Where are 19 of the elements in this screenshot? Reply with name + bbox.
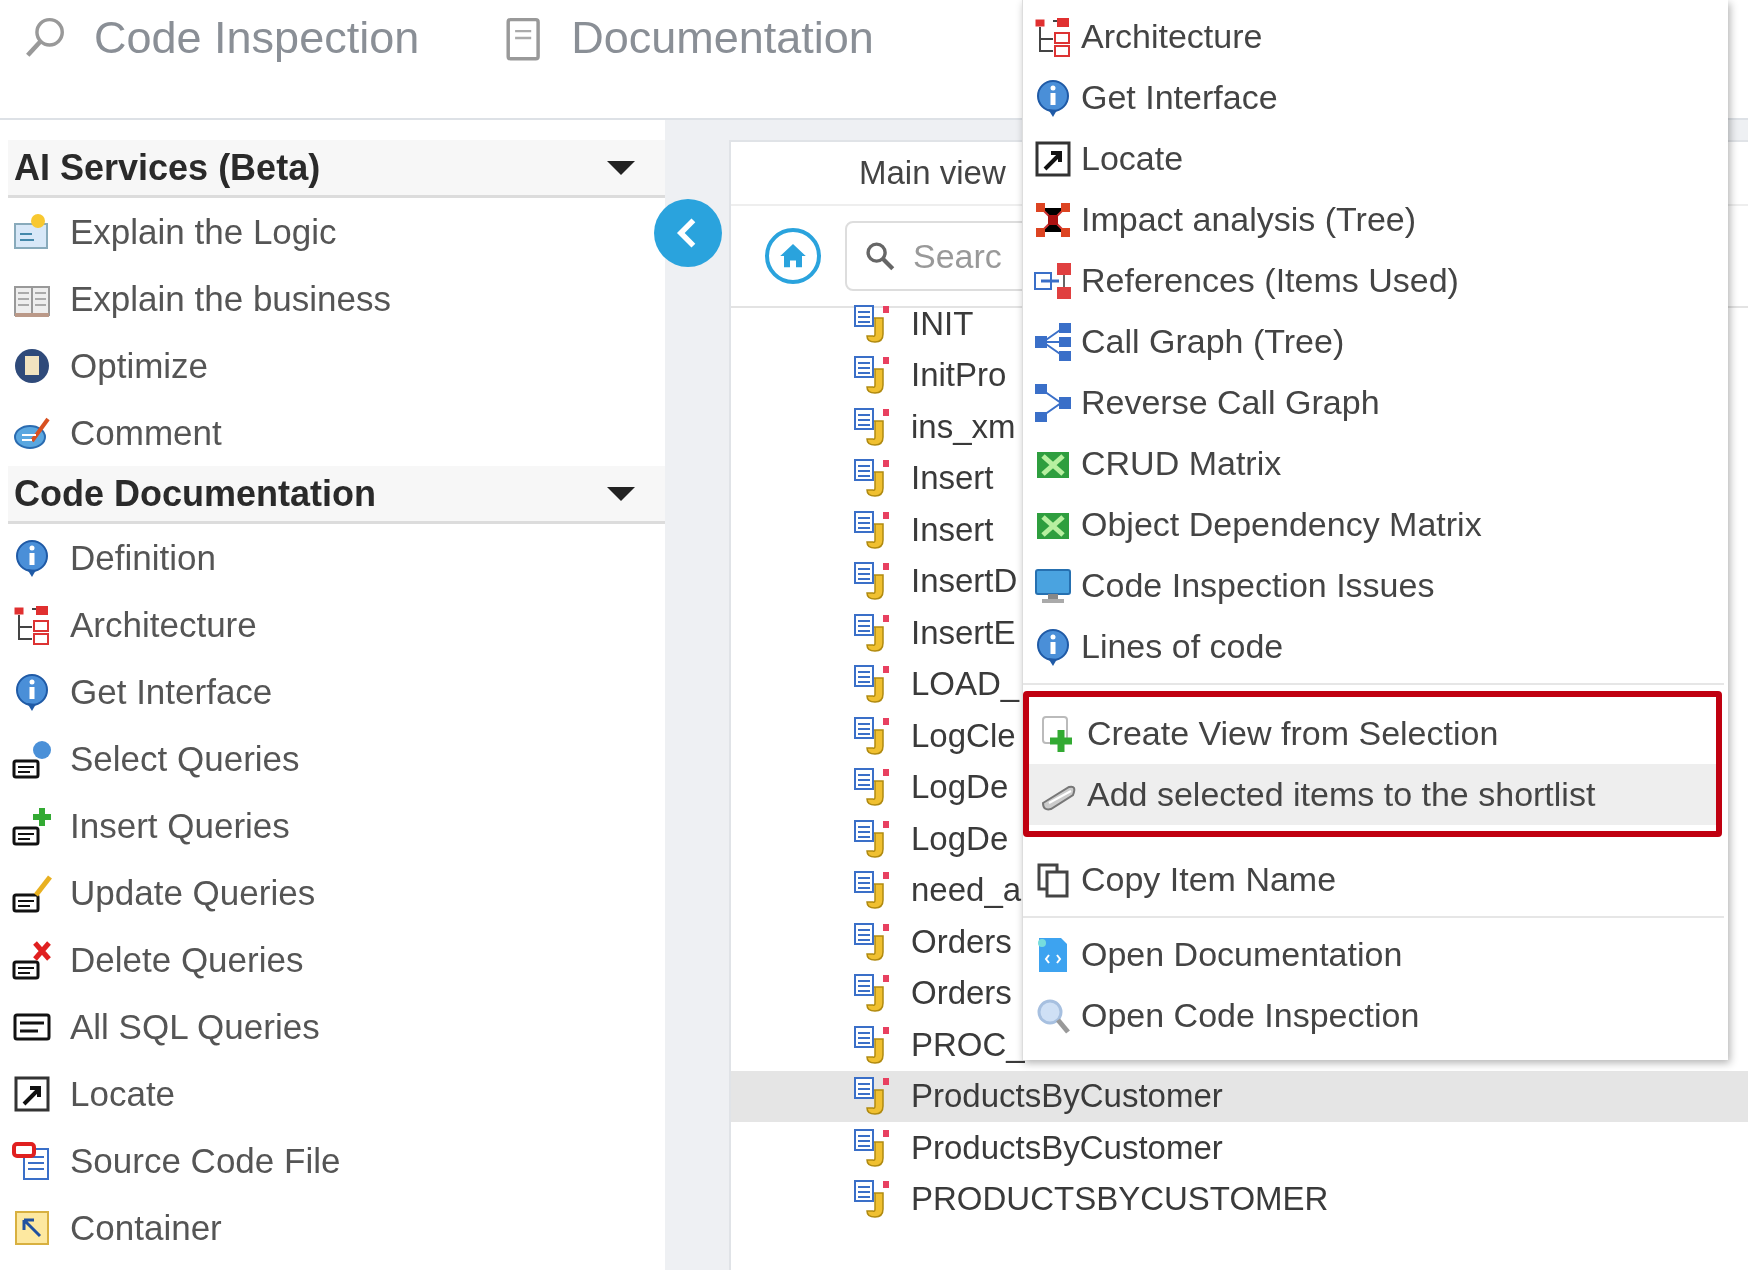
view-title: Main view — [859, 154, 1006, 192]
item-name: PROC_ — [911, 1025, 1025, 1064]
item-name: Orders — [911, 974, 1012, 1013]
item-name: PRODUCTSBYCUSTOMER — [911, 1180, 1329, 1219]
item-name: LOAD_ — [911, 665, 1020, 704]
item-name: ins_xm — [911, 407, 1016, 446]
item-name: InsertE — [911, 613, 1016, 652]
item-name: INIT — [911, 304, 974, 343]
item-name: InsertD — [911, 562, 1018, 601]
item-name: LogDe — [911, 819, 1009, 858]
item-name: InitPro — [911, 356, 1007, 395]
item-name: ProductsByCustomer — [911, 1077, 1223, 1116]
item-name: Orders — [911, 922, 1012, 961]
item-name: Insert — [911, 459, 994, 498]
item-name: LogCle — [911, 716, 1016, 755]
item-name: ProductsByCustomer — [911, 1128, 1223, 1167]
item-name: need_a — [911, 871, 1022, 910]
item-name: LogDe — [911, 768, 1009, 807]
item-name: Insert — [911, 510, 994, 549]
